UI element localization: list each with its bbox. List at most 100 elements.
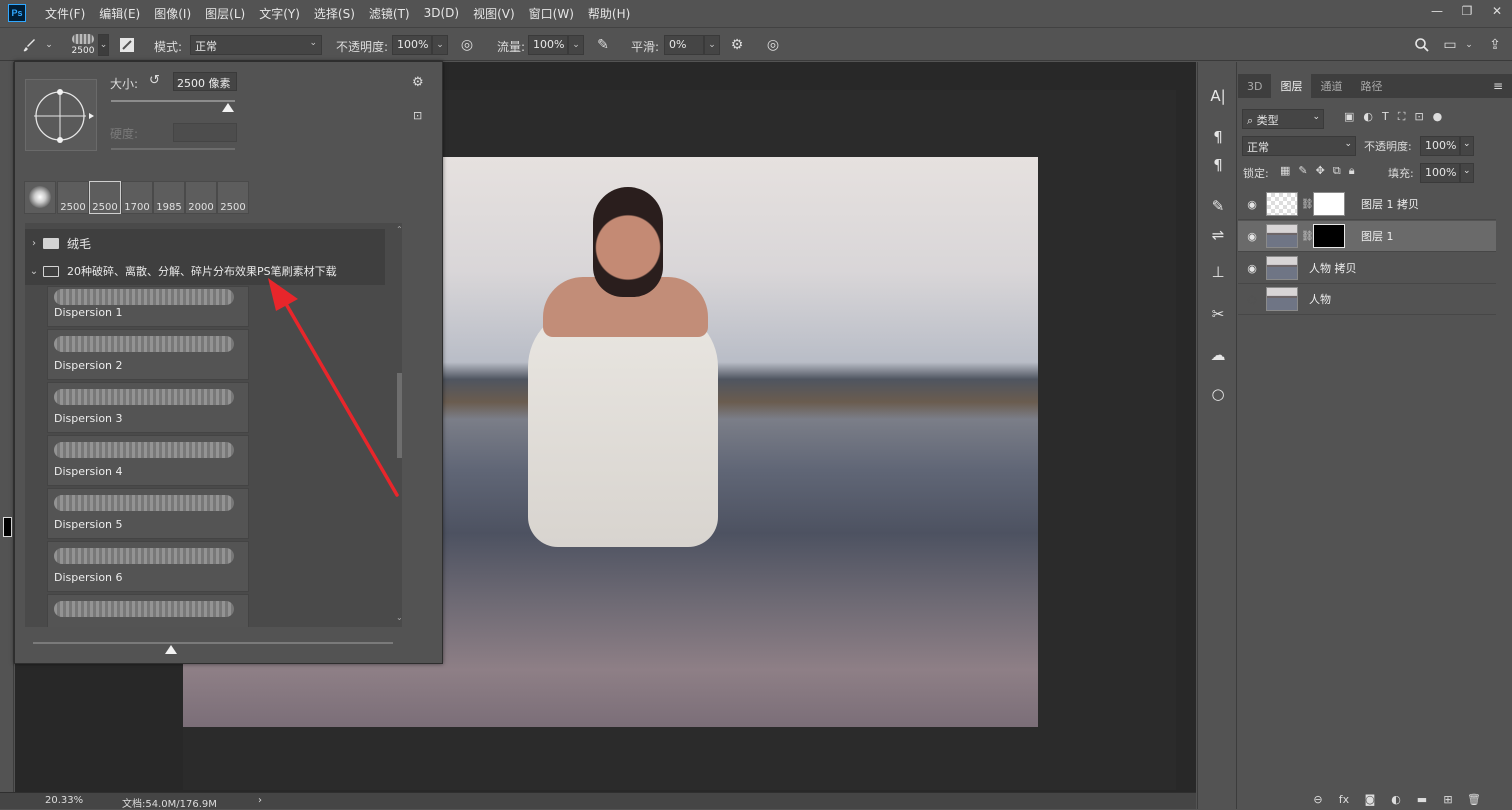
brush-folder-dispersion[interactable]: ⌄ 20种破碎、离散、分解、碎片分布效果PS笔刷素材下载	[25, 257, 385, 285]
trash-icon[interactable]: 🗑︎	[1466, 791, 1482, 807]
new-group-folder-icon[interactable]: ▬	[1414, 791, 1430, 807]
brush-item-dispersion-1[interactable]: Dispersion 1	[47, 286, 249, 327]
tab-paths[interactable]: 路径	[1351, 74, 1391, 98]
tab-3d[interactable]: 3D	[1238, 74, 1271, 98]
scroll-up-icon[interactable]: ⌃	[396, 225, 402, 234]
recent-brush-tile[interactable]: 2500	[89, 181, 121, 214]
layer-row[interactable]: ◉ ⛓ 图层 1 拷贝	[1238, 189, 1496, 220]
fill-dropdown-icon[interactable]: ⌄	[1460, 163, 1474, 183]
tool-preset-dropdown-icon[interactable]: ⌄	[40, 36, 58, 54]
menu-help[interactable]: 帮助(H)	[581, 5, 637, 22]
add-mask-icon[interactable]: ◙	[1362, 791, 1378, 807]
clone-source-icon[interactable]: ⊥	[1206, 260, 1230, 284]
chain-link-icon[interactable]: ⛓	[1301, 231, 1314, 242]
eye-icon[interactable]: ◉	[1238, 230, 1266, 243]
gear-icon[interactable]: ⚙	[728, 36, 746, 54]
layer-filter-select[interactable]: ⌕ 类型 ⌄	[1242, 109, 1324, 129]
tool-presets-icon[interactable]: ✂	[1206, 302, 1230, 326]
brush-folder-fluffy[interactable]: › 绒毛	[25, 229, 385, 257]
layer-opacity-input[interactable]: 100%	[1420, 136, 1460, 156]
pressure-size-icon[interactable]: ◎	[764, 36, 782, 54]
brush-settings-icon[interactable]: ✎	[1206, 194, 1230, 218]
menu-layer[interactable]: 图层(L)	[198, 5, 252, 22]
filter-shape-icon[interactable]: ⛶	[1398, 110, 1406, 128]
pressure-opacity-icon[interactable]: ◎	[458, 36, 476, 54]
adjustment-layer-icon[interactable]: ◐	[1388, 791, 1404, 807]
recent-brush-soft-round[interactable]	[24, 181, 56, 214]
brush-list-scrollbar[interactable]: ⌃ ⌄	[396, 223, 402, 627]
close-icon[interactable]: ✕	[1482, 0, 1512, 22]
menu-file[interactable]: 文件(F)	[38, 5, 92, 22]
opacity-dropdown-icon[interactable]: ⌄	[1460, 136, 1474, 156]
menu-image[interactable]: 图像(I)	[147, 5, 198, 22]
airbrush-icon[interactable]: ✎	[594, 36, 612, 54]
size-input[interactable]: 2500 像素	[173, 72, 237, 91]
brush-item-dispersion-3[interactable]: Dispersion 3	[47, 382, 249, 433]
recent-brush-tile[interactable]: 2500	[57, 181, 89, 214]
opacity-input[interactable]: 100%	[392, 35, 432, 55]
lock-transparent-icon[interactable]: ▦	[1280, 164, 1290, 180]
layer-style-fx-icon[interactable]: fx	[1336, 791, 1352, 807]
reset-size-icon[interactable]: ↺	[149, 73, 160, 88]
tab-channels[interactable]: 通道	[1311, 74, 1351, 98]
layer-mask-thumbnail[interactable]	[1313, 192, 1345, 216]
brush-tool-icon[interactable]	[20, 36, 38, 54]
brush-preset-picker[interactable]: 2500	[68, 31, 98, 59]
workspace-dropdown-icon[interactable]: ⌄	[1460, 36, 1478, 54]
scroll-down-icon[interactable]: ⌄	[396, 613, 402, 622]
menu-edit[interactable]: 编辑(E)	[92, 5, 147, 22]
brush-item-dispersion-2[interactable]: Dispersion 2	[47, 329, 249, 380]
lock-position-icon[interactable]: ✥	[1316, 164, 1325, 180]
menu-view[interactable]: 视图(V)	[466, 5, 522, 22]
gear-icon[interactable]: ⚙	[412, 75, 424, 90]
lock-artboard-icon[interactable]: ⧉	[1333, 164, 1341, 180]
layer-row[interactable]: ◉ ⛓ 图层 1	[1238, 221, 1496, 252]
recent-brush-tile[interactable]: 1985	[153, 181, 185, 214]
menu-select[interactable]: 选择(S)	[307, 5, 362, 22]
zoom-level[interactable]: 20.33%	[45, 795, 83, 806]
recent-brush-tile[interactable]: 2500	[217, 181, 249, 214]
filter-type-icon[interactable]: T	[1382, 110, 1389, 128]
opacity-dropdown-icon[interactable]: ⌄	[432, 35, 448, 55]
foreground-color-swatch[interactable]	[3, 517, 12, 537]
link-layers-icon[interactable]: ⊖	[1310, 791, 1326, 807]
fill-input[interactable]: 100%	[1420, 163, 1460, 183]
brush-presets-icon[interactable]: ⇌	[1206, 223, 1230, 247]
brush-angle-preview[interactable]	[25, 79, 97, 151]
brush-settings-panel-icon[interactable]	[118, 36, 136, 54]
brush-picker-dropdown-icon[interactable]: ⌄	[98, 34, 109, 56]
brush-item-dispersion-4[interactable]: Dispersion 4	[47, 435, 249, 486]
preview-size-slider-track[interactable]	[33, 642, 393, 644]
paragraph-styles-icon[interactable]: ¶	[1206, 125, 1230, 149]
eye-hidden-icon[interactable]: ◉	[1238, 293, 1266, 306]
learn-lightbulb-icon[interactable]: ○	[1206, 382, 1230, 406]
search-icon[interactable]	[1413, 36, 1431, 54]
preview-size-slider-thumb[interactable]	[165, 645, 177, 654]
filter-adjustment-icon[interactable]: ◐	[1363, 110, 1373, 128]
brush-item-dispersion-6[interactable]: Dispersion 6	[47, 541, 249, 592]
brush-item-partial[interactable]	[47, 594, 249, 627]
new-layer-icon[interactable]: ⊞	[1440, 791, 1456, 807]
chevron-right-icon[interactable]: ›	[25, 238, 43, 249]
paragraph-panel-icon[interactable]: ¶	[1206, 153, 1230, 177]
cc-libraries-icon[interactable]: ☁	[1206, 343, 1230, 367]
mode-select[interactable]: 正常 ⌄	[190, 35, 322, 55]
blend-mode-select[interactable]: 正常 ⌄	[1242, 136, 1356, 156]
filter-smart-object-icon[interactable]: ⊡	[1414, 110, 1423, 128]
tab-layers[interactable]: 图层	[1271, 74, 1312, 98]
chain-link-icon[interactable]: ⛓	[1301, 199, 1314, 210]
status-menu-arrow-icon[interactable]: ›	[258, 795, 262, 806]
size-slider-track[interactable]	[111, 100, 235, 102]
panel-menu-icon[interactable]: ≡	[1484, 74, 1512, 98]
menu-type[interactable]: 文字(Y)	[252, 5, 307, 22]
scrollbar-thumb[interactable]	[397, 373, 402, 458]
share-icon[interactable]: ⇪	[1486, 36, 1504, 54]
size-slider-thumb[interactable]	[222, 103, 234, 112]
eye-icon[interactable]: ◉	[1238, 198, 1266, 211]
menu-3d[interactable]: 3D(D)	[417, 6, 466, 20]
flow-input[interactable]: 100%	[528, 35, 568, 55]
lock-all-icon[interactable]: 🔒︎	[1349, 164, 1355, 180]
filter-toggle-icon[interactable]: ●	[1433, 110, 1443, 128]
chevron-down-icon[interactable]: ⌄	[25, 266, 43, 277]
lock-pixels-icon[interactable]: ✎	[1298, 164, 1307, 180]
